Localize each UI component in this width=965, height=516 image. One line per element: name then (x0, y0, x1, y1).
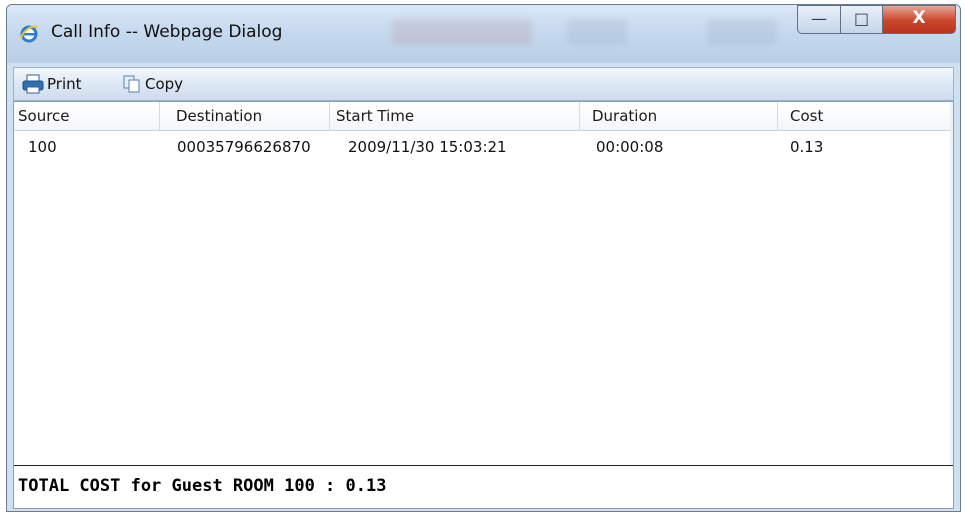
table-body (14, 130, 953, 466)
column-header-source[interactable]: Source (14, 102, 160, 130)
background-blur (707, 19, 777, 45)
toolbar: Print Copy (13, 67, 954, 101)
cell-cost: 0.13 (790, 138, 824, 156)
print-button[interactable]: Print (22, 72, 82, 96)
copy-icon (123, 75, 140, 93)
print-label: Print (47, 75, 82, 93)
column-header-destination[interactable]: Destination (160, 102, 330, 130)
copy-button[interactable]: Copy (122, 72, 183, 96)
column-header-cost[interactable]: Cost (778, 102, 953, 130)
copy-label: Copy (145, 75, 184, 93)
call-list: Source Destination Start Time Duration C… (13, 101, 954, 509)
scrollbar[interactable] (950, 102, 953, 466)
minimize-icon: — (811, 9, 827, 28)
column-header-duration[interactable]: Duration (580, 102, 778, 130)
printer-icon (22, 74, 44, 94)
background-blur (567, 19, 627, 45)
window-title: Call Info -- Webpage Dialog (51, 22, 283, 42)
minimize-button[interactable]: — (797, 5, 841, 34)
ie-icon (20, 25, 38, 43)
column-header-start-time[interactable]: Start Time (330, 102, 580, 130)
call-info-dialog: Call Info -- Webpage Dialog — □ X Print (6, 4, 961, 512)
total-cost-text: TOTAL COST for Guest ROOM 100 : 0.13 (18, 476, 387, 496)
maximize-button[interactable]: □ (840, 5, 883, 34)
maximize-icon: □ (853, 9, 870, 28)
cell-source: 100 (28, 138, 57, 156)
close-button[interactable]: X (882, 5, 956, 34)
cell-duration: 00:00:08 (596, 138, 664, 156)
close-icon: X (912, 8, 926, 28)
total-footer: TOTAL COST for Guest ROOM 100 : 0.13 (14, 465, 953, 508)
background-blur (392, 19, 532, 45)
table-row[interactable]: 100 00035796626870 2009/11/30 15:03:21 0… (14, 134, 953, 160)
cell-start-time: 2009/11/30 15:03:21 (348, 138, 507, 156)
title-bar[interactable]: Call Info -- Webpage Dialog — □ X (7, 5, 960, 63)
cell-destination: 00035796626870 (177, 138, 311, 156)
table-header: Source Destination Start Time Duration C… (14, 102, 953, 131)
